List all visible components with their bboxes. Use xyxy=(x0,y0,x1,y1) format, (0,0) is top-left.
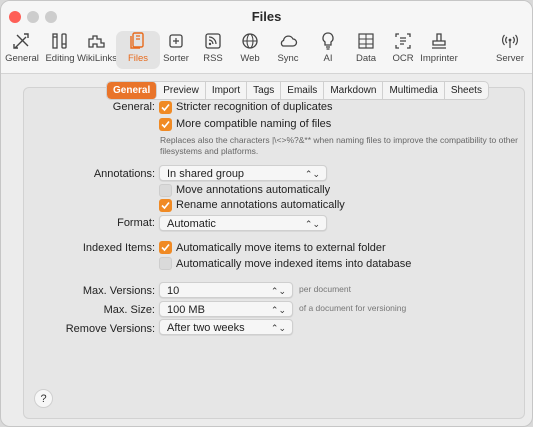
help-button[interactable]: ? xyxy=(34,389,53,408)
annotations-label: Annotations: xyxy=(93,168,155,180)
toolbar-label: Sync xyxy=(277,53,299,64)
rename-annotations-label: Rename annotations automatically xyxy=(176,199,345,211)
editing-icon xyxy=(52,33,67,49)
updown-chevron-icon: ⌃⌄ xyxy=(304,169,320,179)
compatible-naming-note: Replaces also the characters |\<>%?&** w… xyxy=(160,135,518,156)
move-annotations-label: Move annotations automatically xyxy=(176,184,331,196)
updown-chevron-icon: ⌃⌄ xyxy=(270,286,286,296)
tab-general[interactable]: General xyxy=(107,82,158,99)
updown-chevron-icon: ⌃⌄ xyxy=(270,305,286,315)
tab-import[interactable]: Import xyxy=(206,82,248,99)
max-size-label: Max. Size: xyxy=(103,304,155,316)
tab-tags[interactable]: Tags xyxy=(247,82,282,99)
remove-versions-select-value: After two weeks xyxy=(167,322,245,334)
toolbar-label: Imprinter xyxy=(420,53,458,64)
data-icon xyxy=(358,33,374,49)
rss-icon xyxy=(205,33,221,49)
preferences-window: Files General Editing WikiLinks Files So… xyxy=(0,0,533,427)
remove-versions-label: Remove Versions: xyxy=(65,323,155,335)
cloud-icon xyxy=(280,35,298,47)
wikilinks-icon xyxy=(88,35,105,48)
remove-versions-select[interactable]: After two weeks ⌃⌄ xyxy=(159,319,293,335)
toolbar-label: WikiLinks xyxy=(76,53,118,64)
move-annotations-checkbox[interactable] xyxy=(159,184,172,197)
max-size-select[interactable]: 100 MB ⌃⌄ xyxy=(159,301,293,317)
max-versions-label: Max. Versions: xyxy=(82,285,155,297)
imprinter-icon xyxy=(432,33,446,49)
general-label: General: xyxy=(112,101,155,113)
format-label: Format: xyxy=(117,217,155,229)
checkmark-icon xyxy=(161,201,170,210)
server-icon xyxy=(502,34,518,48)
checkmark-icon xyxy=(161,120,170,129)
toolbar-server[interactable]: Server xyxy=(488,31,532,69)
window-title: Files xyxy=(251,9,282,24)
toolbar-sync[interactable]: Sync xyxy=(266,31,310,69)
move-external-checkbox[interactable] xyxy=(159,241,172,254)
sorter-icon xyxy=(169,34,183,48)
max-versions-suffix: per document xyxy=(299,284,351,294)
checkmark-icon xyxy=(161,103,170,112)
compatible-naming-checkbox[interactable] xyxy=(159,118,172,131)
annotations-select[interactable]: In shared group ⌃⌄ xyxy=(159,165,327,181)
lightbulb-icon xyxy=(322,32,334,50)
max-size-select-value: 100 MB xyxy=(167,304,205,316)
move-indexed-database-checkbox[interactable] xyxy=(159,257,172,270)
tab-sheets[interactable]: Sheets xyxy=(445,82,488,99)
max-size-suffix: of a document for versioning xyxy=(299,303,407,313)
max-versions-select-value: 10 xyxy=(167,285,180,297)
indexed-items-label: Indexed Items: xyxy=(82,242,155,254)
annotations-select-value: In shared group xyxy=(167,168,245,180)
updown-chevron-icon: ⌃⌄ xyxy=(304,219,320,229)
move-indexed-database-label: Automatically move indexed items into da… xyxy=(176,258,412,270)
files-icon xyxy=(130,32,144,49)
tools-icon xyxy=(13,33,29,49)
rename-annotations-checkbox[interactable] xyxy=(159,199,172,212)
tab-bar: General Preview Import Tags Emails Markd… xyxy=(106,81,489,100)
globe-icon xyxy=(242,33,258,49)
checkmark-icon xyxy=(161,243,170,252)
toolbar-wikilinks[interactable]: WikiLinks xyxy=(75,31,119,69)
titlebar: Files General Editing WikiLinks Files So… xyxy=(1,1,532,74)
max-versions-select[interactable]: 10 ⌃⌄ xyxy=(159,282,293,298)
ocr-icon xyxy=(395,33,411,49)
updown-chevron-icon: ⌃⌄ xyxy=(270,323,286,333)
tab-emails[interactable]: Emails xyxy=(281,82,325,99)
tab-markdown[interactable]: Markdown xyxy=(324,82,384,99)
move-external-label: Automatically move items to external fol… xyxy=(176,242,386,254)
tab-preview[interactable]: Preview xyxy=(157,82,206,99)
tab-multimedia[interactable]: Multimedia xyxy=(383,82,445,99)
toolbar-label: Server xyxy=(496,53,524,64)
stricter-duplicates-label: Stricter recognition of duplicates xyxy=(176,101,333,113)
compatible-naming-label: More compatible naming of files xyxy=(176,118,332,130)
format-select-value: Automatic xyxy=(167,218,216,230)
toolbar-imprinter[interactable]: Imprinter xyxy=(417,31,461,69)
format-select[interactable]: Automatic ⌃⌄ xyxy=(159,215,327,231)
stricter-duplicates-checkbox[interactable] xyxy=(159,101,172,114)
